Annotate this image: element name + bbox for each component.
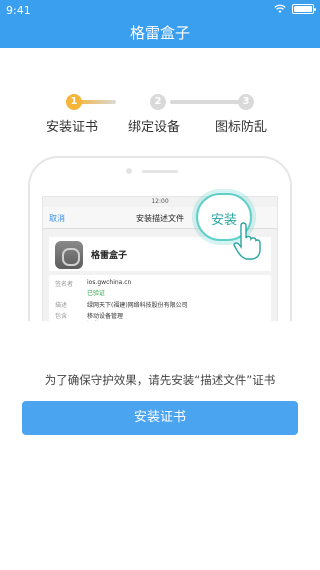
step-1-label: 安装证书: [46, 120, 99, 135]
status-icons: [274, 4, 316, 14]
step-connector-1: [76, 100, 116, 104]
step-labels: 安装证书 绑定设备 图标防乱: [0, 116, 320, 136]
status-time: 9:41: [6, 4, 31, 17]
detail-value: ios.gwchina.cn: [87, 279, 132, 286]
detail-value: 证书: [87, 319, 99, 321]
detail-key: 描述: [55, 302, 68, 309]
pointing-hand-icon: [233, 222, 261, 260]
instruction-text: 为了确保守护效果，请先安装“描述文件”证书: [44, 373, 276, 387]
battery-icon: [292, 4, 316, 14]
install-certificate-button[interactable]: 安装证书: [22, 401, 298, 435]
status-bar: 9:41: [0, 0, 320, 20]
wifi-icon: [274, 4, 286, 13]
profile-app-name: 格雷盒子: [91, 251, 128, 261]
detail-key: 包含: [55, 313, 68, 320]
phone-speaker: [142, 170, 178, 173]
detail-value: 绿网天下(福建)网络科技股份有限公司: [87, 302, 188, 309]
phone-camera: [126, 168, 132, 174]
step-1-indicator: 1: [66, 94, 82, 110]
detail-verified: 已验证: [87, 290, 106, 297]
settings-gear-icon: [55, 241, 83, 269]
step-3-label: 图标防乱: [215, 120, 268, 135]
page-title: 格雷盒子: [0, 20, 320, 48]
step-3-indicator: 3: [238, 94, 254, 110]
step-2-label: 绑定设备: [128, 120, 181, 135]
stepper: 1 2 3: [40, 92, 280, 112]
step-2-indicator: 2: [150, 94, 166, 110]
profile-details: 签名者 ios.gwchina.cn 已验证 描述 绿网天下(福建)网络科技股份…: [49, 275, 271, 321]
detail-key: 签名者: [55, 281, 74, 288]
